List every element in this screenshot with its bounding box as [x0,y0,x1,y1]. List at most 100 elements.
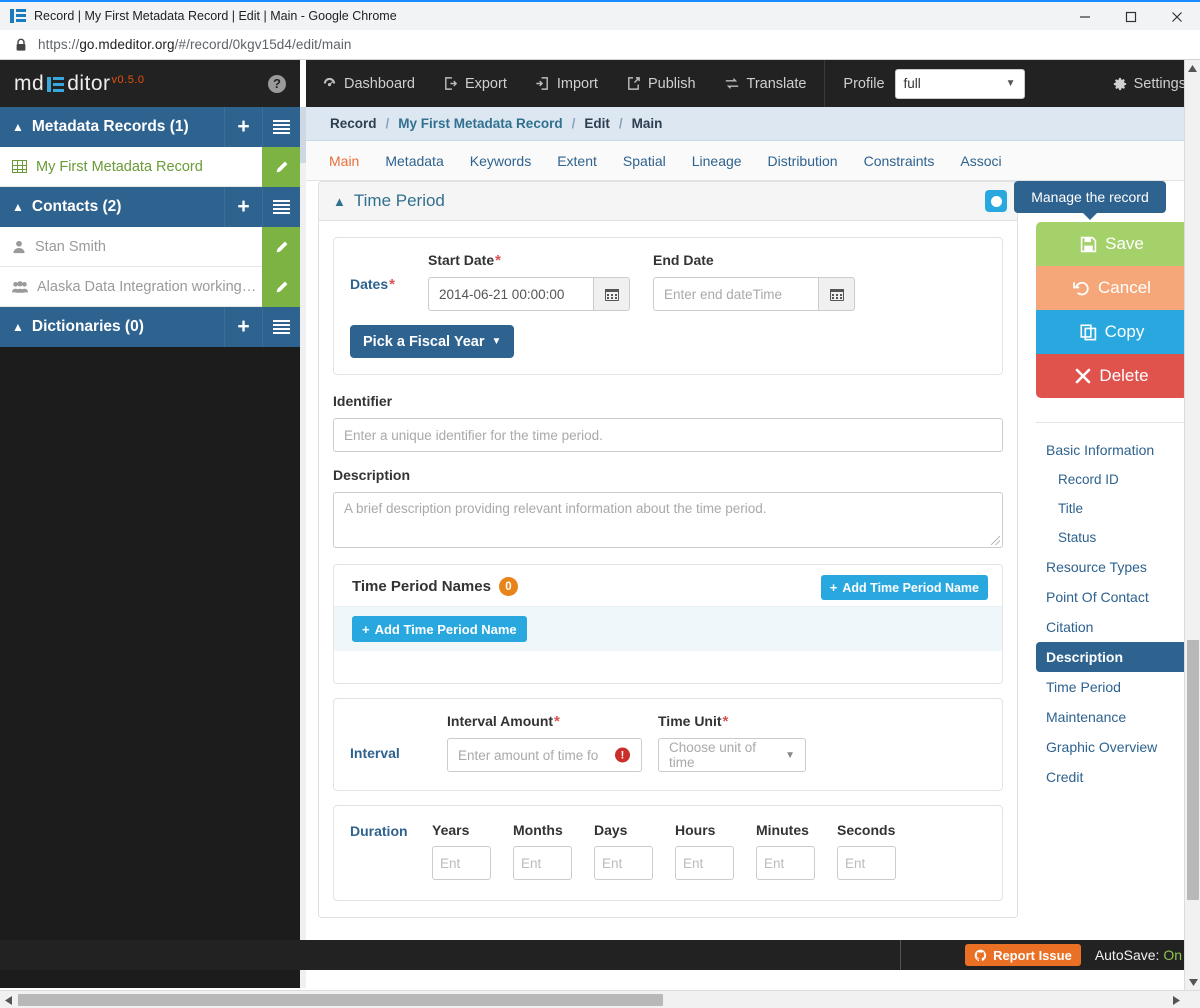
scroll-up-arrow-icon[interactable] [1185,60,1200,76]
end-date-input-group[interactable]: Enter end dateTime [653,277,855,311]
add-metadata-record-button[interactable]: + [224,107,262,147]
time-unit-select[interactable]: Choose unit of time ▼ [658,738,806,772]
duration-minutes-input[interactable]: Ent [756,846,815,880]
scroll-right-arrow-icon[interactable] [1168,991,1184,1008]
duration-years-input[interactable]: Ent [432,846,491,880]
profile-select[interactable]: full ▼ [894,68,1025,99]
identifier-input[interactable]: Enter a unique identifier for the time p… [333,418,1003,452]
tab-spatial[interactable]: Spatial [610,141,679,181]
app-brand: md ditor v0.5.0 ? [0,60,300,107]
scroll-down-arrow-icon[interactable] [1185,974,1200,990]
end-date-input[interactable]: Enter end dateTime [653,277,819,311]
tab-associated[interactable]: Associ [947,141,1014,181]
section-nav-status[interactable]: Status [1036,523,1188,552]
add-time-period-name-button-top[interactable]: + Add Time Period Name [820,575,988,600]
chevron-up-icon: ▲ [12,200,24,214]
metadata-records-list-button[interactable] [262,107,300,147]
section-navigation: Basic Information Record ID Title Status… [1036,422,1188,792]
sidebar-item-stan-smith[interactable]: Stan Smith [0,227,300,267]
favicon-icon [10,9,26,23]
browser-vertical-scrollbar[interactable] [1184,60,1200,990]
sidebar-item-my-first-metadata-record[interactable]: My First Metadata Record [0,147,300,187]
start-date-input[interactable]: 2014-06-21 00:00:00 [428,277,594,311]
manage-record-tooltip-label: Manage the record [1031,189,1149,205]
start-date-input-group[interactable]: 2014-06-21 00:00:00 [428,277,630,311]
nav-label: Translate [746,75,807,92]
interval-amount-placeholder: Enter amount of time fo [458,747,599,763]
tab-extent[interactable]: Extent [544,141,610,181]
duration-seconds-input[interactable]: Ent [837,846,896,880]
section-nav-maintenance[interactable]: Maintenance [1036,702,1188,732]
browser-address-bar[interactable]: https://go.mdeditor.org/#/record/0kgv15d… [0,30,1200,60]
copy-button[interactable]: Copy [1036,310,1188,354]
add-contact-button[interactable]: + [224,187,262,227]
end-date-label: End Date [653,252,714,268]
add-time-period-name-button-inner[interactable]: + Add Time Period Name [352,616,527,642]
page-viewport: md ditor v0.5.0 ? ▲ Metadata Records (1)… [0,60,1200,988]
horizontal-scrollbar-thumb[interactable] [18,994,663,1006]
section-nav-time-period[interactable]: Time Period [1036,672,1188,702]
section-nav-record-id[interactable]: Record ID [1036,465,1188,494]
tab-keywords[interactable]: Keywords [457,141,544,181]
vertical-scrollbar-thumb[interactable] [1187,640,1199,900]
cancel-button[interactable]: Cancel [1036,266,1188,310]
minimize-button[interactable] [1062,2,1108,32]
nav-export[interactable]: Export [429,60,521,107]
close-button[interactable] [1154,2,1200,32]
breadcrumb-item-record-name[interactable]: My First Metadata Record [398,116,562,131]
section-nav-point-of-contact[interactable]: Point Of Contact [1036,582,1188,612]
error-icon: ! [615,747,630,763]
toggle-on-icon[interactable] [985,190,1007,212]
duration-years-label: Years [432,822,470,838]
tab-constraints[interactable]: Constraints [851,141,948,181]
sidebar-item-alaska-data-integration[interactable]: Alaska Data Integration working… [0,267,300,307]
maximize-button[interactable] [1108,2,1154,32]
browser-horizontal-scrollbar[interactable] [0,990,1200,1008]
section-nav-graphic-overview[interactable]: Graphic Overview [1036,732,1188,762]
breadcrumb-item-main[interactable]: Main [632,116,663,131]
add-dictionary-button[interactable]: + [224,307,262,347]
section-nav-basic-information[interactable]: Basic Information [1036,435,1188,465]
duration-days-input[interactable]: Ent [594,846,653,880]
nav-dashboard[interactable]: Dashboard [306,60,429,107]
edit-contact-button[interactable] [262,267,300,307]
time-period-panel-header[interactable]: ▲ Time Period [319,182,1017,221]
sidebar-section-dictionaries[interactable]: ▲ Dictionaries (0) + [0,307,300,347]
duration-hours-input[interactable]: Ent [675,846,734,880]
help-icon[interactable]: ? [268,74,286,93]
edit-record-button[interactable] [262,147,300,187]
copy-label: Copy [1104,322,1145,341]
save-button[interactable]: Save [1036,222,1188,266]
duration-months-input[interactable]: Ent [513,846,572,880]
contacts-list-button[interactable] [262,187,300,227]
section-nav-citation[interactable]: Citation [1036,612,1188,642]
interval-amount-input[interactable]: Enter amount of time fo ! [447,738,642,772]
tab-distribution[interactable]: Distribution [755,141,851,181]
nav-translate[interactable]: Translate [710,60,821,107]
github-icon [974,949,987,961]
scroll-left-arrow-icon[interactable] [0,991,16,1008]
end-date-calendar-button[interactable] [819,277,855,311]
nav-publish[interactable]: Publish [612,60,710,107]
sidebar-section-contacts[interactable]: ▲ Contacts (2) + [0,187,300,227]
resize-grip-icon[interactable] [991,536,1000,545]
tab-metadata[interactable]: Metadata [372,141,456,181]
start-date-calendar-button[interactable] [594,277,630,311]
section-nav-description[interactable]: Description [1036,642,1188,672]
tab-lineage[interactable]: Lineage [679,141,755,181]
tab-main[interactable]: Main [316,141,372,181]
breadcrumb-item-edit[interactable]: Edit [584,116,610,131]
edit-contact-button[interactable] [262,227,300,267]
delete-button[interactable]: Delete [1036,354,1188,398]
description-textarea[interactable]: A brief description providing relevant i… [333,492,1003,548]
sidebar-section-metadata-records[interactable]: ▲ Metadata Records (1) + [0,107,300,147]
breadcrumb-item-record[interactable]: Record [330,116,377,131]
section-nav-resource-types[interactable]: Resource Types [1036,552,1188,582]
section-nav-credit[interactable]: Credit [1036,762,1188,792]
dates-group-label: Dates [350,276,395,292]
section-nav-title[interactable]: Title [1036,494,1188,523]
pick-fiscal-year-button[interactable]: Pick a Fiscal Year ▼ [350,325,515,358]
nav-import[interactable]: Import [521,60,612,107]
report-issue-button[interactable]: Report Issue [965,944,1081,966]
dictionaries-list-button[interactable] [262,307,300,347]
